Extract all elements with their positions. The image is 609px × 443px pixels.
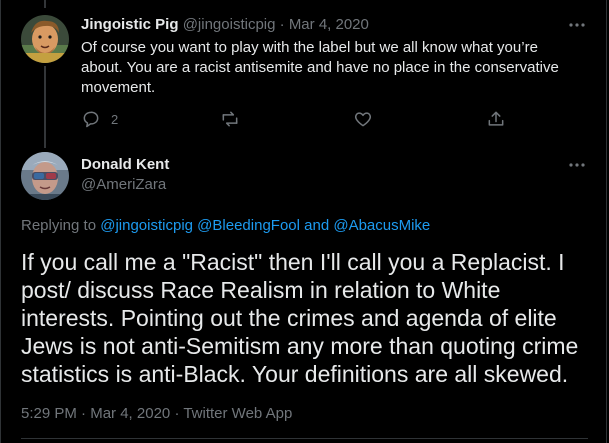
more-dots-icon	[569, 23, 585, 27]
separator: ·	[81, 405, 87, 422]
retweet-icon	[222, 111, 238, 127]
tweet-header: Jingoistic Pig @jingoisticpig · Mar 4, 2…	[81, 15, 369, 35]
display-name[interactable]: Donald Kent	[81, 156, 169, 173]
reply-icon	[83, 111, 99, 128]
tweet-text: If you call me a "Racist" then I'll call…	[21, 249, 579, 387]
author-name-row: Donald Kent	[81, 155, 169, 175]
tweet-date[interactable]: Mar 4, 2020	[90, 405, 170, 422]
mention-link[interactable]: @AbacusMike	[333, 217, 430, 234]
share-button[interactable]	[486, 108, 506, 130]
thread-connector	[44, 66, 46, 148]
share-icon	[488, 111, 504, 126]
reply-button[interactable]: 2	[81, 108, 118, 130]
photo-avatar-icon	[21, 152, 69, 200]
replying-and: and	[304, 217, 330, 234]
display-name[interactable]: Jingoistic Pig	[81, 16, 179, 33]
avatar[interactable]	[21, 152, 69, 200]
like-button[interactable]	[353, 108, 373, 130]
cartoon-avatar-icon	[21, 15, 69, 63]
handle[interactable]: @jingoisticpig	[183, 16, 276, 33]
divider	[21, 438, 588, 439]
author-handle-row: @AmeriZara	[81, 175, 166, 195]
separator: ·	[174, 405, 180, 422]
separator: ·	[279, 16, 285, 33]
more-dots-icon	[569, 163, 585, 167]
tweet-date[interactable]: Mar 4, 2020	[289, 16, 369, 33]
retweet-button[interactable]	[220, 108, 240, 130]
more-options-button[interactable]	[567, 15, 587, 35]
tweet-client[interactable]: Twitter Web App	[183, 405, 292, 422]
tweet-meta: 5:29 PM · Mar 4, 2020 · Twitter Web App	[21, 404, 292, 424]
mention-link[interactable]: @jingoisticpig	[100, 217, 193, 234]
handle[interactable]: @AmeriZara	[81, 176, 166, 193]
thread-connector-top	[44, 0, 46, 8]
tweet-actions: 2	[81, 108, 521, 130]
heart-icon	[354, 112, 372, 127]
reply-count: 2	[111, 111, 119, 127]
avatar[interactable]	[21, 15, 69, 63]
tweet-text: Of course you want to play with the labe…	[81, 39, 559, 96]
tweet-time[interactable]: 5:29 PM	[21, 405, 77, 422]
more-options-button[interactable]	[567, 155, 587, 175]
tweet-thread: Jingoistic Pig @jingoisticpig · Mar 4, 2…	[0, 0, 607, 443]
replying-prefix: Replying to	[21, 217, 97, 234]
mention-link[interactable]: @BleedingFool	[197, 217, 300, 234]
replying-to: Replying to @jingoisticpig @BleedingFool…	[21, 216, 430, 236]
